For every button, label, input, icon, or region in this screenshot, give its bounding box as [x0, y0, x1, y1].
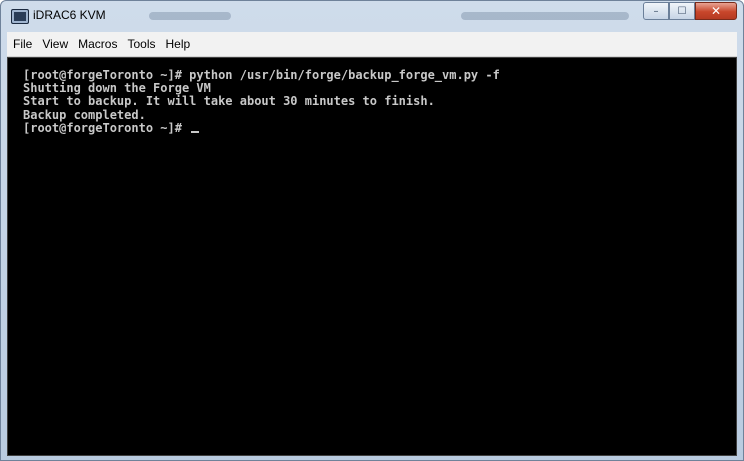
menu-help[interactable]: Help	[162, 37, 195, 51]
minimize-icon: –	[653, 5, 659, 17]
menu-view[interactable]: View	[38, 37, 72, 51]
menu-macros[interactable]: Macros	[74, 37, 121, 51]
window-controls: – ☐ ✕	[643, 2, 737, 20]
maximize-icon: ☐	[677, 5, 687, 17]
menu-bar: File View Macros Tools Help	[7, 32, 737, 57]
kvm-window: iDRAC6 KVM – ☐ ✕ File View Macros Tools …	[0, 0, 744, 461]
blurred-title-region	[149, 12, 231, 20]
text-cursor	[191, 130, 200, 133]
minimize-button[interactable]: –	[643, 2, 669, 20]
console-screen[interactable]: [root@forgeToronto ~]# python /usr/bin/f…	[7, 57, 737, 456]
menu-tools[interactable]: Tools	[123, 37, 159, 51]
terminal-output: [root@forgeToronto ~]# python /usr/bin/f…	[23, 68, 500, 135]
window-title: iDRAC6 KVM	[33, 8, 106, 22]
close-icon: ✕	[710, 4, 722, 18]
maximize-button[interactable]: ☐	[669, 2, 695, 20]
terminal-line: Start to backup. It will take about 30 m…	[23, 94, 435, 109]
monitor-icon	[11, 9, 29, 24]
menu-file[interactable]: File	[9, 37, 36, 51]
title-bar[interactable]: iDRAC6 KVM – ☐ ✕	[1, 1, 743, 31]
terminal-prompt-line: [root@forgeToronto ~]#	[23, 120, 500, 135]
blurred-title-region	[461, 12, 629, 20]
terminal-prompt: [root@forgeToronto ~]#	[23, 120, 190, 135]
close-button[interactable]: ✕	[695, 2, 737, 20]
